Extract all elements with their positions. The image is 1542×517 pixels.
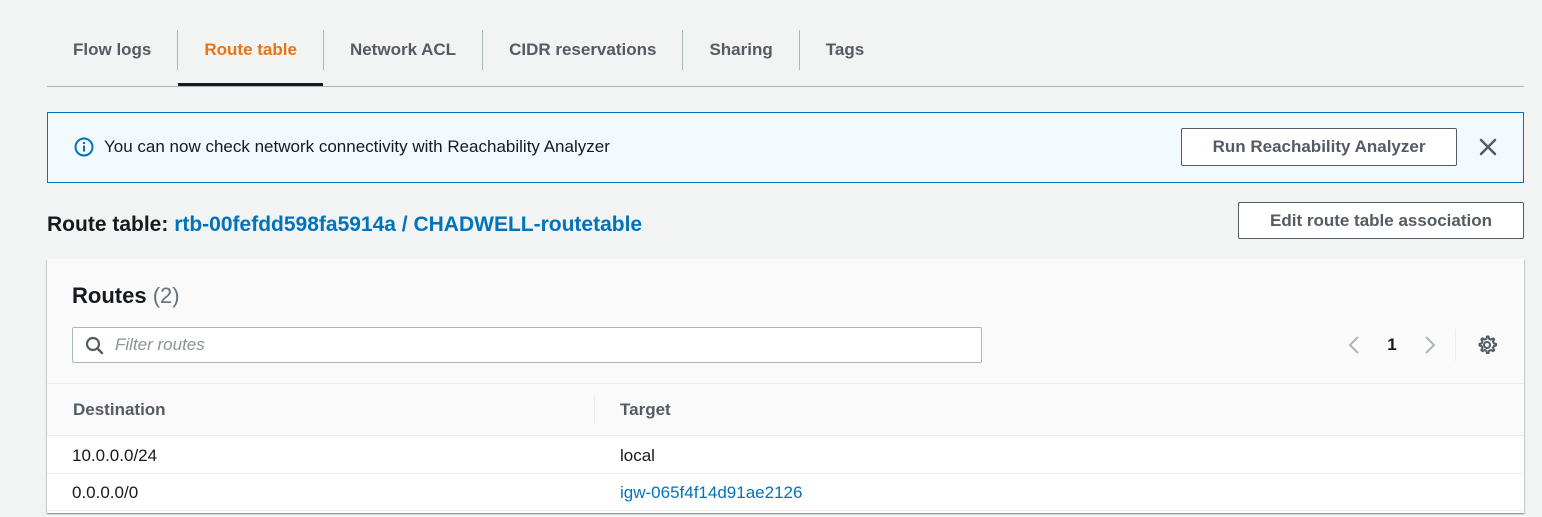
tab-flow-logs[interactable]: Flow logs [47,30,179,70]
chevron-left-icon[interactable] [1345,334,1365,356]
routes-panel-header: Routes (2) 1 [47,259,1524,384]
table-row: 0.0.0.0/0 igw-065f4f14d91ae2126 [47,474,1524,511]
column-header-destination[interactable]: Destination [73,384,166,436]
run-reachability-analyzer-button[interactable]: Run Reachability Analyzer [1181,128,1457,166]
routes-table-header: Destination Target [47,384,1524,436]
pagination: 1 [1345,333,1439,357]
tab-network-acl[interactable]: Network ACL [324,30,484,70]
destination-cell: 10.0.0.0/24 [72,445,158,465]
tab-cidr-reservations[interactable]: CIDR reservations [483,30,684,70]
column-divider [594,396,595,424]
tab-bar: Flow logs Route table Network ACL CIDR r… [47,30,1524,87]
column-header-target[interactable]: Target [620,384,671,436]
search-icon [85,336,104,355]
routes-title: Routes (2) [72,283,180,309]
target-link[interactable]: igw-065f4f14d91ae2126 [620,474,802,511]
route-table-link[interactable]: rtb-00fefdd598fa5914a / CHADWELL-routeta… [174,213,642,236]
tab-sharing[interactable]: Sharing [683,30,800,70]
pager-divider [1455,329,1456,361]
tab-route-table[interactable]: Route table [178,30,324,86]
routes-title-text: Routes [72,283,147,308]
routes-count: (2) [152,283,180,308]
target-cell: local [620,445,655,465]
tab-tags[interactable]: Tags [800,30,890,70]
table-row: 10.0.0.0/24 local [47,437,1524,474]
chevron-right-icon[interactable] [1419,334,1439,356]
info-icon [74,137,94,157]
edit-route-table-association-button[interactable]: Edit route table association [1238,202,1524,239]
routes-panel: Routes (2) 1 [47,259,1524,513]
route-table-heading: Route table: rtb-00fefdd598fa5914a / CHA… [47,213,642,237]
destination-cell: 0.0.0.0/0 [72,482,139,502]
filter-routes-field [72,327,982,363]
route-table-label: Route table: [47,213,169,236]
banner-message: You can now check network connectivity w… [104,137,610,156]
gear-icon[interactable] [1476,334,1498,356]
close-icon[interactable] [1476,135,1500,159]
page-number[interactable]: 1 [1365,335,1419,355]
info-banner: You can now check network connectivity w… [47,112,1524,183]
filter-routes-input[interactable] [115,328,965,362]
